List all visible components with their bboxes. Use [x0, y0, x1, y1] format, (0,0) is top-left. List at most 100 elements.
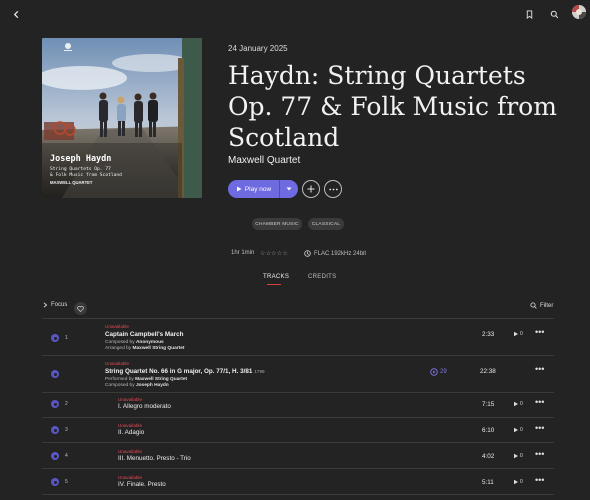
row-divider: [42, 442, 554, 443]
focus-toggle[interactable]: Focus: [42, 302, 67, 308]
track-status-icon: [51, 478, 59, 486]
ellipsis-icon: [328, 188, 338, 190]
tag-classical[interactable]: CLASSICAL: [308, 218, 344, 230]
avatar[interactable]: [572, 5, 586, 19]
track-playcount-value: 0: [520, 401, 523, 407]
release-date: 24 January 2025: [228, 44, 288, 53]
work-duration: 22:38: [480, 368, 496, 375]
avatar-image: [572, 5, 586, 19]
track-duration: 2:33: [482, 331, 495, 338]
track-playcount-value: 0: [520, 331, 523, 337]
track-number: 3: [65, 427, 68, 433]
track-title[interactable]: Captain Campbell's March: [105, 331, 183, 338]
track-arranger-name[interactable]: Maxwell String Quartet: [132, 346, 184, 351]
work-more-button[interactable]: •••: [535, 364, 544, 374]
track-playcount: 0: [513, 427, 523, 433]
track-playcount: 0: [513, 479, 523, 485]
play-small-icon: [514, 453, 518, 459]
play-options-dropdown[interactable]: [280, 187, 298, 191]
track-unavailable-label: Unavailable: [118, 475, 143, 480]
audio-quality-label: FLAC 192kHz 24bit: [314, 250, 367, 257]
audio-quality: FLAC 192kHz 24bit: [304, 250, 366, 257]
track-unavailable-label: Unavailable: [105, 324, 130, 329]
add-to-library-button[interactable]: [302, 180, 320, 198]
track-title[interactable]: III. Menuetto. Presto - Trio: [118, 455, 191, 462]
play-small-icon: [514, 331, 518, 337]
back-button[interactable]: [8, 6, 24, 22]
track-title[interactable]: I. Allegro moderato: [118, 403, 171, 410]
tab-tracks[interactable]: TRACKS: [263, 274, 289, 280]
heart-icon: [77, 305, 84, 312]
favorite-button[interactable]: [74, 302, 87, 315]
track-unavailable-label: Unavailable: [118, 449, 143, 454]
track-unavailable-label: Unavailable: [118, 423, 143, 428]
tracklist-divider: [42, 318, 554, 319]
work-composer-name[interactable]: Joseph Haydn: [136, 383, 169, 388]
track-playcount: 0: [513, 453, 523, 459]
album-title: Haydn: String Quartets Op. 77 & Folk Mus…: [228, 61, 557, 152]
chevron-left-icon: [13, 10, 18, 18]
work-performer-prefix: Performed by: [105, 377, 134, 382]
tab-credits[interactable]: CREDITS: [308, 274, 336, 280]
more-options-button[interactable]: [324, 180, 342, 198]
track-playcount: 0: [513, 401, 523, 407]
track-playcount-value: 0: [520, 427, 523, 433]
chevron-right-icon: [43, 302, 48, 308]
track-number: 1: [65, 335, 68, 341]
row-divider: [42, 417, 554, 418]
track-status-icon: [51, 370, 59, 378]
play-small-icon: [514, 479, 518, 485]
row-divider: [42, 355, 554, 356]
track-status-icon: [51, 452, 59, 460]
album-duration: 1hr 1min: [231, 250, 255, 256]
work-title[interactable]: String Quartet No. 66 in G major, Op. 77…: [105, 368, 265, 375]
track-unavailable-label: Unavailable: [105, 361, 130, 366]
work-composer: Composed by Joseph Haydn: [105, 383, 169, 388]
work-performer: Performed by Maxwell String Quartet: [105, 377, 187, 382]
track-more-button[interactable]: •••: [535, 423, 544, 433]
track-status-icon: [51, 426, 59, 434]
track-duration: 4:02: [482, 453, 495, 460]
play-now-main[interactable]: Play now: [228, 186, 279, 193]
work-title-text: String Quartet No. 66 in G major, Op. 77…: [105, 368, 253, 375]
track-status-icon: [51, 400, 59, 408]
track-arranger: Arranged by Maxwell String Quartet: [105, 346, 184, 351]
track-more-button[interactable]: •••: [535, 449, 544, 459]
track-more-button[interactable]: •••: [535, 475, 544, 485]
track-status-icon: [51, 334, 59, 342]
track-playcount: 0: [513, 331, 523, 337]
work-views-count: 29: [440, 369, 447, 375]
track-title[interactable]: IV. Finale. Presto: [118, 481, 166, 488]
track-more-button[interactable]: •••: [535, 327, 544, 337]
rating-stars[interactable]: ☆☆☆☆☆: [260, 250, 288, 257]
work-views[interactable]: 29: [430, 368, 447, 376]
work-performer-name[interactable]: Maxwell String Quartet: [135, 377, 187, 382]
play-now-button[interactable]: Play now: [228, 180, 298, 198]
track-title[interactable]: II. Adagio: [118, 429, 144, 436]
track-number: 4: [65, 453, 68, 459]
track-more-button[interactable]: •••: [535, 397, 544, 407]
play-icon: [236, 186, 242, 192]
play-small-icon: [514, 401, 518, 407]
work-composer-prefix: Composed by: [105, 383, 135, 388]
track-number: 2: [65, 401, 68, 407]
track-composer-name[interactable]: Anonymous: [136, 340, 164, 345]
tag-chamber-music[interactable]: CHAMBER MUSIC: [252, 218, 302, 230]
focus-label: Focus: [51, 302, 68, 308]
search-button[interactable]: [546, 6, 562, 22]
row-divider: [42, 392, 554, 393]
track-duration: 6:10: [482, 427, 495, 434]
search-icon: [530, 302, 537, 309]
track-playcount-value: 0: [520, 453, 523, 459]
track-duration: 7:15: [482, 401, 495, 408]
album-artist[interactable]: Maxwell Quartet: [228, 155, 300, 166]
plus-icon: [307, 185, 315, 193]
play-small-icon: [514, 427, 518, 433]
bookmark-button[interactable]: [521, 6, 537, 22]
active-tab-indicator: [267, 284, 281, 285]
filter-button[interactable]: Filter: [530, 302, 553, 309]
row-divider: [42, 468, 554, 469]
cover-composer: Joseph Haydn: [50, 154, 112, 164]
quality-icon: [304, 250, 311, 257]
row-divider: [42, 494, 554, 495]
